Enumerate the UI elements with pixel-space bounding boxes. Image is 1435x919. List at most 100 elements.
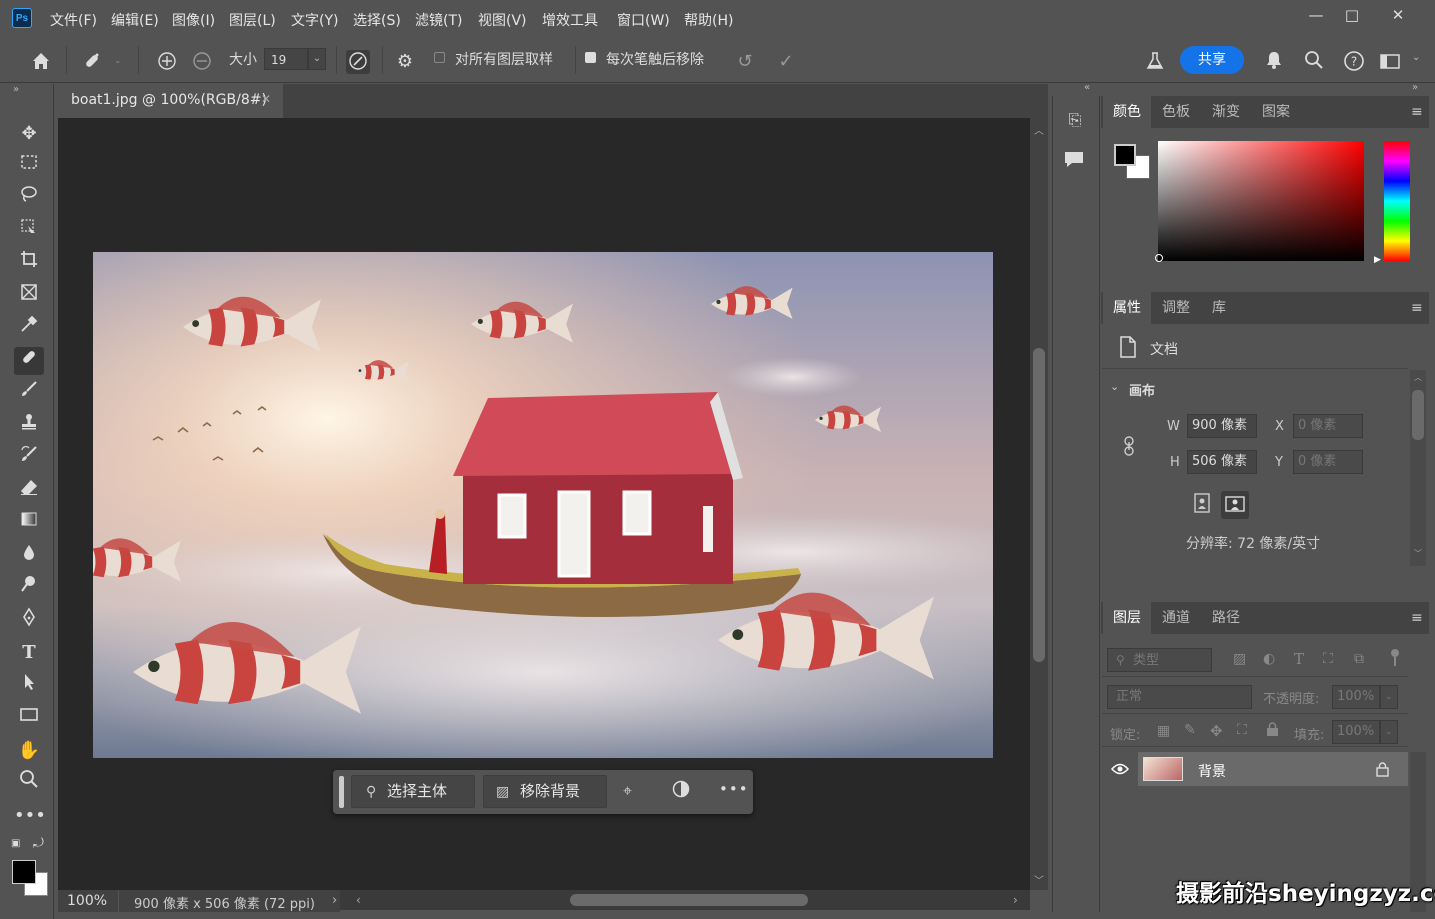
more-options-icon[interactable]: ••• xyxy=(719,780,749,798)
eraser-tool-icon[interactable] xyxy=(14,477,44,505)
frame-tool-icon[interactable] xyxy=(14,282,44,310)
menu-select[interactable]: 选择(S) xyxy=(353,10,401,30)
stamp-tool-icon[interactable] xyxy=(14,412,44,440)
add-to-stroke-icon[interactable] xyxy=(155,50,179,74)
tab-properties[interactable]: 属性 xyxy=(1103,292,1151,324)
menu-help[interactable]: 帮助(H) xyxy=(684,10,733,30)
menu-type[interactable]: 文字(Y) xyxy=(291,10,338,30)
workspace-icon[interactable] xyxy=(1378,50,1402,74)
filter-adjustment-icon[interactable]: ◐ xyxy=(1263,651,1275,667)
lock-all-icon[interactable] xyxy=(1266,722,1279,741)
properties-scroll-up-icon[interactable]: ︿ xyxy=(1414,372,1422,383)
document-tab[interactable]: boat1.jpg @ 100%(RGB/8#) ✕ xyxy=(58,84,283,118)
eyedropper-tool-icon[interactable] xyxy=(14,314,44,342)
remove-after-stroke-checkbox[interactable] xyxy=(585,52,596,63)
filter-smart-object-icon[interactable]: ⧉ xyxy=(1354,651,1364,667)
tab-gradients[interactable]: 渐变 xyxy=(1202,96,1250,128)
sample-all-layers-checkbox[interactable] xyxy=(434,52,445,63)
menu-file[interactable]: 文件(F) xyxy=(50,10,97,30)
scroll-up-icon[interactable]: ︿ xyxy=(1034,122,1044,137)
scroll-right-icon[interactable]: › xyxy=(1013,893,1018,907)
filter-toggle-icon[interactable] xyxy=(1390,648,1400,668)
comments-panel-icon[interactable] xyxy=(1062,148,1088,174)
portrait-orientation-icon[interactable] xyxy=(1190,493,1214,517)
foreground-color-swatch[interactable] xyxy=(12,860,36,884)
filter-shape-icon[interactable]: ⛶ xyxy=(1323,651,1333,667)
swap-colors-icon[interactable]: ⤾ xyxy=(33,836,44,851)
brush-tool-icon[interactable] xyxy=(14,379,44,407)
taskbar-drag-handle[interactable] xyxy=(339,776,344,808)
hue-slider-handle[interactable]: ▶ xyxy=(1374,255,1381,265)
rectangle-tool-icon[interactable] xyxy=(14,704,44,732)
canvas-height-field[interactable]: 506 像素 xyxy=(1187,450,1257,474)
menu-plugins[interactable]: 增效工具 xyxy=(542,10,598,30)
canvas-y-field[interactable]: 0 像素 xyxy=(1293,450,1363,474)
menu-edit[interactable]: 编辑(E) xyxy=(111,10,159,30)
minimize-button[interactable]: — xyxy=(1296,4,1336,26)
layers-panel-menu-icon[interactable]: ≡ xyxy=(1411,610,1423,626)
object-selection-tool-icon[interactable] xyxy=(14,217,44,245)
zoom-level[interactable]: 100% xyxy=(67,893,107,909)
restore-button[interactable]: □ xyxy=(1332,4,1372,26)
tab-adjustments[interactable]: 调整 xyxy=(1152,292,1200,324)
tab-layers[interactable]: 图层 xyxy=(1103,602,1151,634)
properties-panel-menu-icon[interactable]: ≡ xyxy=(1411,300,1423,316)
remove-background-button[interactable]: ▨ 移除背景 xyxy=(483,775,607,808)
menu-view[interactable]: 视图(V) xyxy=(478,10,527,30)
fill-field[interactable]: 100% xyxy=(1332,720,1380,744)
expand-panels-icon[interactable]: » xyxy=(1412,82,1418,93)
properties-scroll-thumb[interactable] xyxy=(1412,390,1424,440)
hand-tool-icon[interactable]: ✋ xyxy=(14,737,44,765)
menu-layer[interactable]: 图层(L) xyxy=(229,10,276,30)
blur-tool-icon[interactable] xyxy=(14,542,44,570)
close-button[interactable]: ✕ xyxy=(1378,4,1418,26)
collapse-arrows-icon[interactable]: » xyxy=(13,84,19,95)
color-picker-handle[interactable] xyxy=(1155,254,1163,262)
canvas-section-chevron-icon[interactable]: ⌄ xyxy=(1110,380,1119,393)
brush-size-input[interactable]: 19 xyxy=(264,48,308,70)
opacity-dropdown[interactable]: ⌄ xyxy=(1380,685,1398,709)
spot-healing-brush-icon[interactable] xyxy=(80,50,104,74)
lock-image-icon[interactable]: ✎ xyxy=(1184,722,1196,738)
filter-type-icon[interactable]: T xyxy=(1294,650,1304,668)
commit-check-icon[interactable]: ✓ xyxy=(774,50,798,74)
default-colors-icon[interactable]: ▣ xyxy=(11,838,20,849)
tab-color[interactable]: 颜色 xyxy=(1103,96,1151,128)
tab-channels[interactable]: 通道 xyxy=(1152,602,1200,634)
scroll-down-icon[interactable]: ﹀ xyxy=(1034,872,1044,887)
link-dimensions-icon[interactable] xyxy=(1122,436,1136,460)
path-selection-tool-icon[interactable] xyxy=(14,672,44,700)
horizontal-scroll-thumb[interactable] xyxy=(570,894,808,906)
contrast-icon[interactable] xyxy=(672,780,690,802)
undo-icon[interactable]: ↺ xyxy=(733,50,757,74)
pressure-size-icon[interactable] xyxy=(346,50,370,74)
tab-paths[interactable]: 路径 xyxy=(1202,602,1250,634)
select-subject-button[interactable]: ⚲ 选择主体 xyxy=(351,775,475,808)
home-icon[interactable] xyxy=(29,50,53,74)
hue-slider[interactable] xyxy=(1384,141,1410,261)
gradient-tool-icon[interactable] xyxy=(14,509,44,537)
tab-swatches[interactable]: 色板 xyxy=(1152,96,1200,128)
bell-icon[interactable] xyxy=(1262,50,1286,74)
move-tool-icon[interactable]: ✥ xyxy=(14,120,44,148)
history-panel-icon[interactable]: ⎘ xyxy=(1062,110,1088,138)
tool-preset-chevron-icon[interactable]: ⌄ xyxy=(114,56,122,66)
canvas-width-field[interactable]: 900 像素 xyxy=(1187,414,1257,438)
search-icon[interactable] xyxy=(1302,50,1326,74)
opacity-field[interactable]: 100% xyxy=(1332,685,1380,709)
tab-patterns[interactable]: 图案 xyxy=(1252,96,1300,128)
menu-image[interactable]: 图像(I) xyxy=(172,10,215,30)
workspace-chevron-icon[interactable]: ⌄ xyxy=(1412,52,1420,63)
history-brush-tool-icon[interactable] xyxy=(14,444,44,472)
menu-window[interactable]: 窗口(W) xyxy=(617,10,670,30)
help-icon[interactable]: ? xyxy=(1342,50,1366,74)
landscape-orientation-icon[interactable] xyxy=(1221,491,1249,519)
lasso-tool-icon[interactable] xyxy=(14,184,44,212)
spot-healing-tool-icon[interactable] xyxy=(14,347,44,375)
layer-name[interactable]: 背景 xyxy=(1198,761,1226,781)
crop-tool-icon[interactable] xyxy=(14,249,44,277)
transform-selection-icon[interactable]: ⌖ xyxy=(623,781,632,801)
pen-tool-icon[interactable] xyxy=(14,607,44,635)
vertical-scroll-thumb[interactable] xyxy=(1033,348,1045,662)
status-menu-chevron-icon[interactable]: › xyxy=(332,893,337,908)
